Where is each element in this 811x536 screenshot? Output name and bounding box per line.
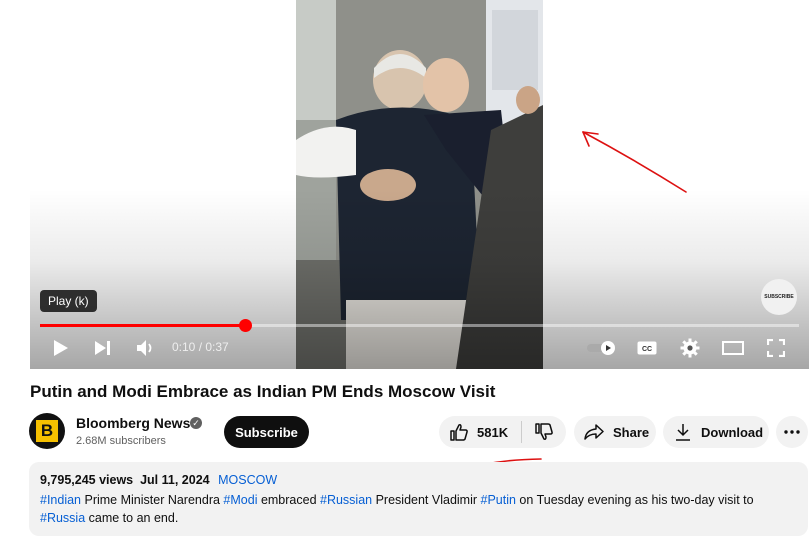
hashtag-putin[interactable]: #Putin bbox=[481, 493, 516, 507]
dislike-button[interactable] bbox=[522, 416, 566, 448]
upload-date: Jul 11, 2024 bbox=[140, 473, 210, 487]
description-text: #Indian Prime Minister Narendra #Modi em… bbox=[40, 491, 790, 527]
share-button[interactable]: Share bbox=[574, 416, 656, 448]
annotation-arrow-video bbox=[582, 131, 687, 193]
hashtag-indian[interactable]: #Indian bbox=[40, 493, 81, 507]
share-icon bbox=[584, 424, 604, 440]
like-button[interactable]: 581K bbox=[439, 416, 521, 448]
thumbs-up-icon bbox=[450, 424, 468, 441]
description-meta: 9,795,245 views Jul 11, 2024 MOSCOW bbox=[40, 473, 277, 487]
description-segment: President Vladimir bbox=[372, 493, 481, 507]
description-segment: Prime Minister Narendra bbox=[81, 493, 224, 507]
more-actions-button[interactable] bbox=[776, 416, 808, 448]
channel-name[interactable]: Bloomberg News bbox=[76, 415, 190, 431]
annotation-arrows bbox=[425, 131, 687, 485]
thumbs-down-icon bbox=[535, 423, 553, 440]
description-segment: embraced bbox=[257, 493, 320, 507]
hashtag-russia[interactable]: #Russia bbox=[40, 511, 85, 525]
download-label: Download bbox=[701, 424, 764, 440]
channel-logo: B bbox=[36, 420, 58, 442]
description-segment: on Tuesday evening as his two-day visit … bbox=[515, 493, 754, 507]
like-count: 581K bbox=[477, 424, 509, 440]
verified-icon: ✓ bbox=[190, 417, 202, 429]
description-segment: came to an end. bbox=[85, 511, 179, 525]
location-link[interactable]: MOSCOW bbox=[218, 473, 277, 487]
download-icon bbox=[676, 424, 690, 441]
subscribe-button[interactable]: Subscribe bbox=[224, 416, 309, 448]
hashtag-modi[interactable]: #Modi bbox=[223, 493, 257, 507]
download-button[interactable]: Download bbox=[663, 416, 769, 448]
channel-avatar[interactable]: B bbox=[29, 413, 65, 449]
video-title: Putin and Modi Embrace as Indian PM Ends… bbox=[30, 382, 496, 401]
share-label: Share bbox=[613, 424, 650, 440]
like-dislike-group: 581K bbox=[439, 416, 566, 448]
hashtag-russian[interactable]: #Russian bbox=[320, 493, 372, 507]
more-icon bbox=[784, 430, 800, 434]
view-count: 9,795,245 views bbox=[40, 473, 134, 487]
description-box[interactable]: 9,795,245 views Jul 11, 2024 MOSCOW #Ind… bbox=[29, 462, 808, 536]
subscriber-count: 2.68M subscribers bbox=[76, 435, 166, 447]
